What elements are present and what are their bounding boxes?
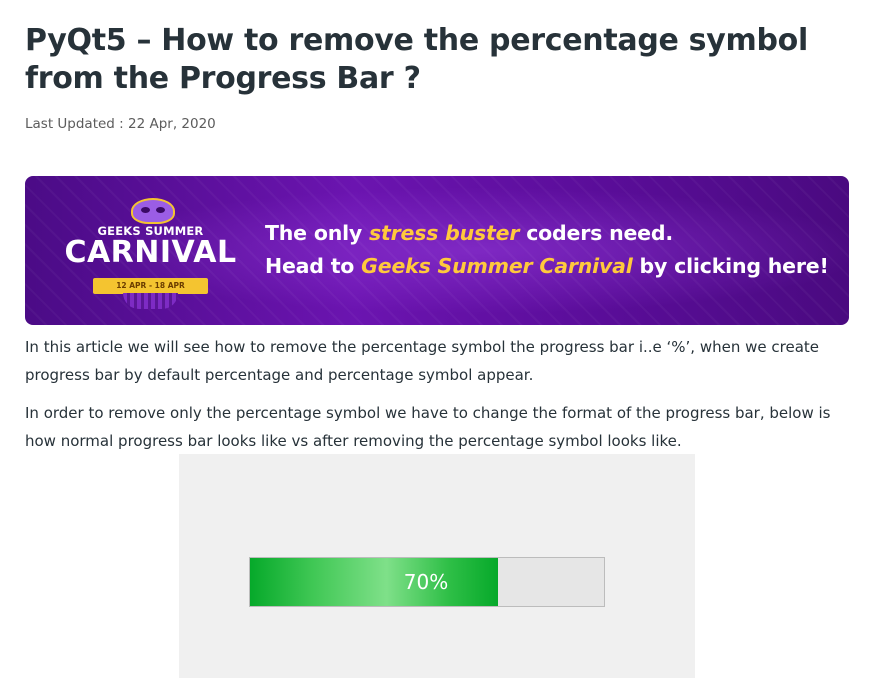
logo-main-text: CARNIVAL [64,235,237,270]
banner-line-2: Head to Geeks Summer Carnival by clickin… [265,254,829,278]
paragraph-explanation: In order to remove only the percentage s… [25,404,831,450]
logo-date-ribbon: 12 APR - 18 APR [93,278,208,294]
banner-line-2-end: by clicking here! [632,254,829,278]
banner-line-2-start: Head to [265,254,362,278]
drum-icon [123,293,178,309]
banner-line-1-start: The only [265,221,370,245]
carnival-logo: GEEKS SUMMER CARNIVAL 12 APR - 18 APR [63,194,238,309]
paragraph-intro: In this article we will see how to remov… [25,338,819,384]
progress-bar-text: 70% [403,570,449,594]
banner-line-1-end: coders need. [519,221,673,245]
mask-icon [131,198,175,224]
last-updated: Last Updated : 22 Apr, 2020 [25,116,216,132]
banner-highlight-1: stress buster [369,221,520,245]
banner-line-1: The only stress buster coders need. [265,221,673,245]
carnival-banner[interactable]: GEEKS SUMMER CARNIVAL 12 APR - 18 APR Th… [25,176,849,325]
progress-bar-screenshot: 70% [179,454,695,678]
article-title: PyQt5 – How to remove the percentage sym… [25,23,808,96]
banner-highlight-2: Geeks Summer Carnival [361,254,633,278]
progress-bar: 70% [249,557,605,607]
